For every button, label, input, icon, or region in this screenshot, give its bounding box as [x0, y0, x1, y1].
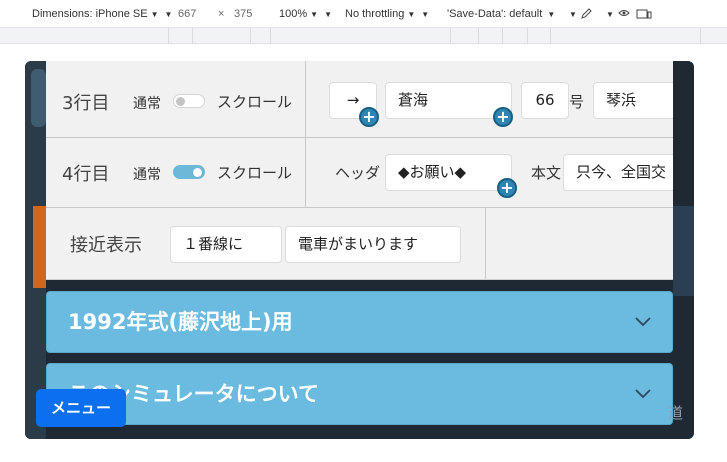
background-panel [31, 69, 46, 127]
caret-down-icon: ▼ [407, 10, 416, 19]
caret-down-icon: ▼ [150, 10, 159, 19]
eye-icon[interactable] [618, 8, 630, 21]
caret-down-icon: ▼ [310, 10, 319, 19]
settings-panel: 3行目 通常 スクロール → + 蒼海 + 66 号 琴浜 4行目 通常 スクロ… [46, 61, 673, 280]
menu-button[interactable]: メニュー [36, 389, 126, 427]
accordion-about[interactable]: このシミュレータについて [46, 363, 673, 425]
approach-field-2[interactable]: 電車がまいります [285, 226, 461, 263]
header-field[interactable]: ◆お願い◆ [385, 154, 512, 191]
chevron-down-icon [635, 389, 651, 399]
throttling-select[interactable]: No throttling ▼ ▼ [345, 8, 429, 20]
line-label: 4行目 [62, 164, 110, 185]
save-data-select[interactable]: 'Save-Data': default ▼ [447, 8, 555, 20]
device-ruler [0, 28, 727, 44]
caret-down-icon: ▼ [324, 10, 332, 19]
settings-row-approach: 接近表示 １番線に 電車がまいります [46, 208, 673, 279]
device-viewport: 3行目 通常 スクロール → + 蒼海 + 66 号 琴浜 4行目 通常 スクロ… [25, 61, 694, 439]
normal-label: 通常 [133, 96, 161, 112]
pen-icon[interactable] [581, 8, 592, 22]
settings-row-line3: 3行目 通常 スクロール → + 蒼海 + 66 号 琴浜 [46, 61, 673, 138]
body-field[interactable]: 只今、全国交 [563, 154, 673, 191]
background-led-right [673, 206, 694, 296]
width-input[interactable]: 667 [178, 8, 196, 20]
accordion-title: 1992年式(藤沢地上)用 [68, 310, 293, 334]
background-led [33, 206, 46, 288]
body-label: 本文 [531, 164, 562, 182]
throttling-label: No throttling [345, 8, 405, 20]
plus-icon[interactable]: + [493, 107, 513, 127]
caret-down-icon[interactable]: ▼ [603, 8, 614, 20]
dimensions-label: Dimensions: iPhone SE [32, 8, 148, 20]
scroll-toggle[interactable] [173, 94, 205, 108]
approach-label: 接近表示 [70, 235, 142, 256]
caret-down-icon: ▼ [421, 10, 430, 19]
save-data-label: 'Save-Data': default [447, 8, 543, 20]
zoom-label: 100% [279, 8, 308, 20]
devtools-device-toolbar: Dimensions: iPhone SE ▼ ▼ 667 × 375 100% ▼ ▼… [0, 0, 727, 28]
scroll-toggle[interactable] [173, 165, 205, 179]
times-sign: × [218, 8, 225, 20]
approach-field-1[interactable]: １番線に [170, 226, 282, 263]
line-label: 3行目 [62, 93, 110, 114]
header-label: ヘッダ [335, 164, 381, 182]
caret-down-icon[interactable]: ▼ [566, 8, 577, 20]
destination-field[interactable]: 琴浜 [593, 82, 673, 119]
zoom-select[interactable]: 100% ▼ ▼ [279, 8, 332, 20]
device-icon[interactable] [636, 8, 652, 23]
number-field[interactable]: 66 [521, 82, 569, 119]
caret-down-icon: ▼ [547, 10, 556, 19]
background-peek-text: 道 [668, 404, 684, 422]
plus-icon[interactable]: + [359, 107, 379, 127]
dimensions-select[interactable]: Dimensions: iPhone SE ▼ ▼ [32, 8, 172, 20]
scroll-label: スクロール [217, 93, 293, 111]
settings-row-line4: 4行目 通常 スクロール ヘッダ ◆お願い◆ + 本文 只今、全国交 [46, 138, 673, 208]
number-unit-label: 号 [569, 93, 585, 111]
normal-label: 通常 [133, 167, 161, 183]
scroll-label: スクロール [217, 164, 293, 182]
caret-down-icon: ▼ [164, 10, 173, 19]
accordion-1992[interactable]: 1992年式(藤沢地上)用 [46, 291, 673, 353]
plus-icon[interactable]: + [497, 178, 517, 198]
height-input[interactable]: 375 [234, 8, 252, 20]
chevron-down-icon [635, 317, 651, 327]
